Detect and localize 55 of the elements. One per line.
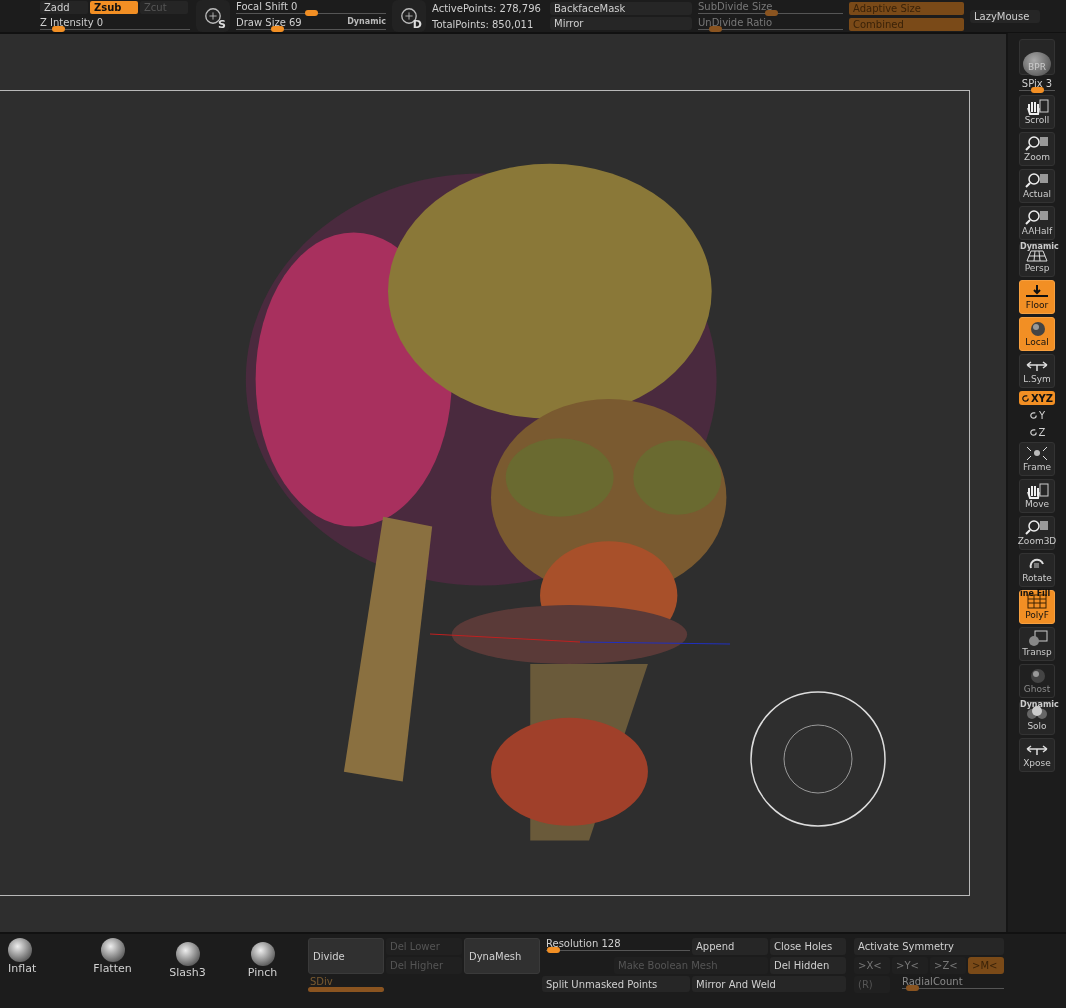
focal-shift-slider[interactable]: Focal Shift 0 bbox=[236, 1, 386, 15]
view-tool-button[interactable]: Floor bbox=[1019, 280, 1055, 314]
view-tool-button[interactable]: L.Sym bbox=[1019, 354, 1055, 388]
floor-icon bbox=[1025, 283, 1049, 300]
del-hidden-button[interactable]: Del Hidden bbox=[770, 957, 846, 974]
view-tool-button[interactable]: Move bbox=[1019, 479, 1055, 513]
rotate-axis-button[interactable]: Z bbox=[1028, 425, 1046, 439]
view-tool-button[interactable]: Zoom3D bbox=[1019, 516, 1055, 550]
brush-button[interactable]: Pinch bbox=[225, 942, 300, 979]
symmetry-axis-button[interactable]: >Y< bbox=[892, 957, 928, 974]
z-mode-button[interactable]: Zadd bbox=[40, 1, 88, 15]
backface-mask-button[interactable]: BackfaceMask bbox=[550, 2, 692, 15]
view-tool-button[interactable]: Transp bbox=[1019, 627, 1055, 661]
resolution-slider[interactable]: Resolution 128 bbox=[542, 938, 690, 952]
symmetry-axis-button[interactable]: >Z< bbox=[930, 957, 966, 974]
activate-symmetry-button[interactable]: Activate Symmetry bbox=[854, 938, 1004, 955]
mirror-and-weld-button[interactable]: Mirror And Weld bbox=[692, 976, 846, 992]
view-tool-button[interactable]: AAHalf bbox=[1019, 206, 1055, 240]
xyz-toggle[interactable]: XYZ bbox=[1019, 391, 1055, 405]
stroke-button[interactable]: S bbox=[196, 0, 230, 32]
view-tool-button[interactable]: Actual bbox=[1019, 169, 1055, 203]
frame-icon bbox=[1025, 445, 1049, 462]
brush-button[interactable]: Slash3 bbox=[150, 942, 225, 979]
view-tool-button[interactable]: Rotate bbox=[1019, 553, 1055, 587]
rotate-axis-button[interactable]: Y bbox=[1028, 408, 1046, 422]
view-tool-button[interactable]: Scroll bbox=[1019, 95, 1055, 129]
view-tool-button[interactable]: Frame bbox=[1019, 442, 1055, 476]
magnifier-icon bbox=[1025, 172, 1049, 189]
total-points-text: TotalPoints: 850,011 bbox=[432, 18, 535, 30]
z-mode-button[interactable]: Zsub bbox=[90, 1, 138, 15]
spix-slider[interactable]: SPix 3 bbox=[1019, 78, 1055, 92]
dynamesh-button[interactable]: DynaMesh bbox=[464, 938, 540, 974]
brush-button[interactable]: Inflat bbox=[0, 938, 75, 975]
dynamic-label[interactable]: Dynamic bbox=[347, 17, 386, 26]
view-tool-button[interactable]: Xpose bbox=[1019, 738, 1055, 772]
magnifier-icon bbox=[1025, 519, 1049, 536]
split-unmasked-points-button[interactable]: Split Unmasked Points bbox=[542, 976, 690, 992]
view-tool-button[interactable]: ine Fill PolyF bbox=[1019, 590, 1055, 624]
z-intensity-slider[interactable]: Z Intensity 0 bbox=[40, 16, 190, 31]
lazy-mouse-button[interactable]: LazyMouse bbox=[970, 9, 1040, 23]
close-holes-button[interactable]: Close Holes bbox=[770, 938, 846, 955]
mirror-button[interactable]: Mirror bbox=[550, 17, 692, 30]
view-tool-button[interactable]: Zoom bbox=[1019, 132, 1055, 166]
alpha-button[interactable]: D bbox=[392, 0, 426, 32]
brush-button[interactable]: Flatten bbox=[75, 938, 150, 975]
hand-icon bbox=[1025, 482, 1049, 499]
active-points-text: ActivePoints: 278,796 bbox=[432, 2, 542, 14]
magnifier-icon bbox=[1025, 209, 1049, 226]
divide-button[interactable]: Divide bbox=[308, 938, 384, 974]
append-button[interactable]: Append bbox=[692, 938, 768, 955]
radial-count-slider[interactable]: RadialCount bbox=[892, 976, 1004, 990]
magnifier-icon bbox=[1025, 135, 1049, 152]
symmetry-axis-button[interactable]: >X< bbox=[854, 957, 890, 974]
view-tool-button[interactable]: Local bbox=[1019, 317, 1055, 351]
hand-icon bbox=[1025, 98, 1049, 115]
